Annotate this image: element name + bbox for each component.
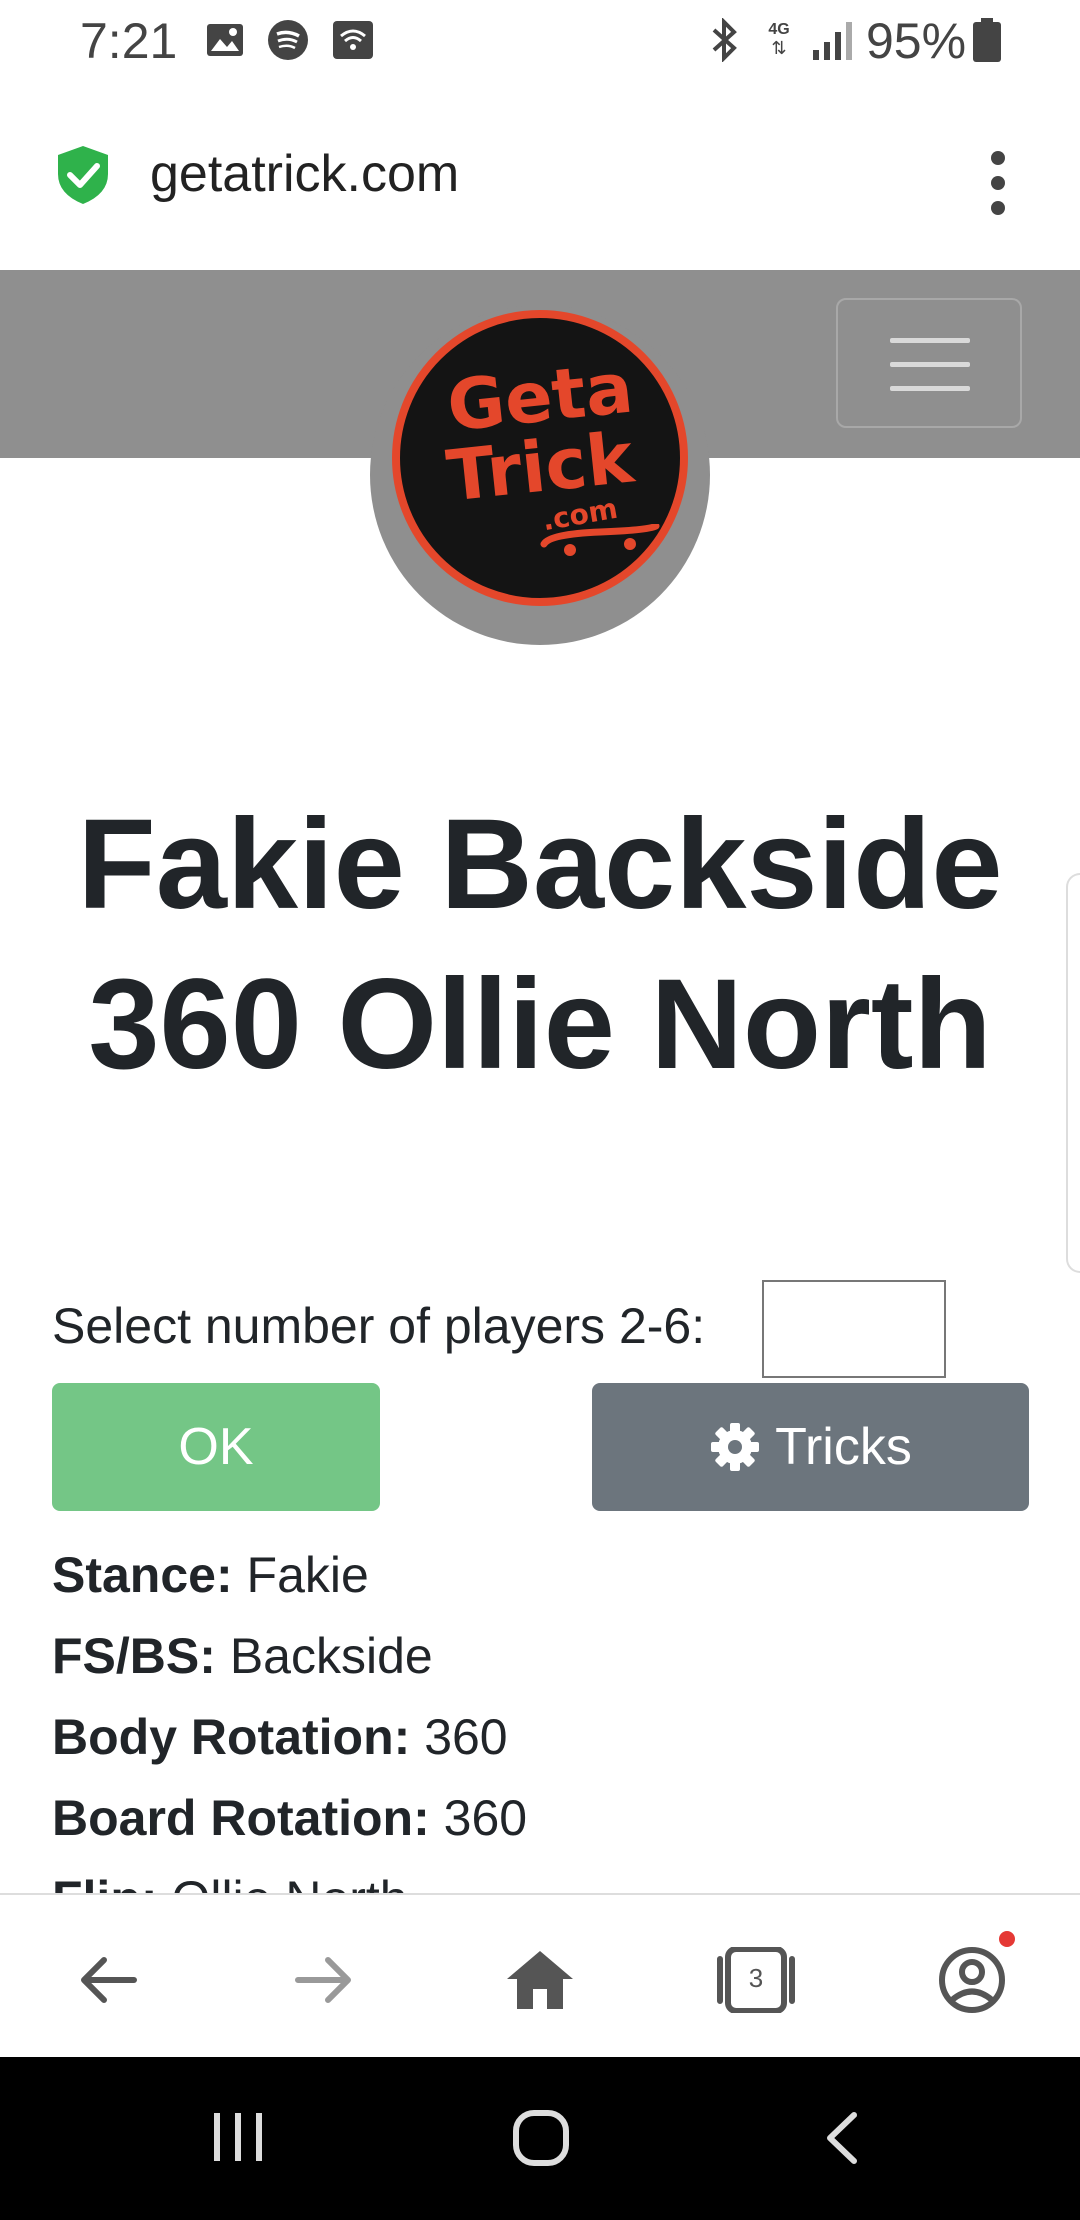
gallery-icon bbox=[205, 20, 245, 60]
spotify-icon bbox=[267, 20, 309, 60]
bluetooth-icon bbox=[702, 18, 746, 62]
back-button-icon[interactable] bbox=[822, 2111, 862, 2170]
recent-apps-icon[interactable] bbox=[210, 2111, 266, 2168]
more-options-icon[interactable] bbox=[980, 148, 1016, 218]
notification-dot bbox=[999, 1931, 1015, 1947]
trick-title: Fakie Backside 360 Ollie North bbox=[0, 785, 1080, 1105]
status-bar: 7:21 4G ⇅ 95% bbox=[0, 0, 1080, 84]
detail-fsbs: FS/BS: Backside bbox=[52, 1628, 433, 1684]
side-scroll-tab[interactable] bbox=[1066, 873, 1080, 1273]
home-button-icon[interactable] bbox=[512, 2109, 570, 2172]
signal-icon bbox=[808, 20, 858, 60]
trick-title-line1: Fakie Backside bbox=[77, 793, 1003, 936]
account-icon[interactable] bbox=[927, 1931, 1017, 2025]
detail-stance: Stance: Fakie bbox=[52, 1547, 369, 1603]
skateboard-icon bbox=[540, 522, 660, 569]
detail-board-rotation: Board Rotation: 360 bbox=[52, 1790, 528, 1846]
players-label: Select number of players 2-6: bbox=[52, 1298, 706, 1354]
battery-percent: 95% bbox=[866, 13, 967, 69]
address-bar[interactable]: getatrick.com bbox=[0, 84, 1080, 270]
site-logo[interactable]: Geta Trick .com bbox=[392, 310, 688, 606]
secure-shield-icon bbox=[54, 144, 112, 206]
home-icon[interactable] bbox=[495, 1935, 585, 2025]
status-time: 7:21 bbox=[80, 13, 178, 69]
players-input[interactable] bbox=[762, 1280, 946, 1378]
tricks-button[interactable]: Tricks bbox=[592, 1383, 1029, 1511]
gear-icon bbox=[709, 1421, 761, 1473]
system-nav-bar bbox=[0, 2057, 1080, 2220]
url-text[interactable]: getatrick.com bbox=[150, 144, 459, 204]
trick-title-line2: 360 Ollie North bbox=[88, 953, 992, 1096]
battery-icon bbox=[970, 18, 1004, 62]
ok-button-label: OK bbox=[178, 1418, 254, 1476]
ok-button[interactable]: OK bbox=[52, 1383, 380, 1511]
back-arrow-icon[interactable] bbox=[63, 1935, 153, 2025]
forward-arrow-icon[interactable] bbox=[279, 1935, 369, 2025]
tabs-icon[interactable]: 3 bbox=[711, 1935, 801, 2025]
network-4g-icon: 4G ⇅ bbox=[768, 21, 790, 59]
wifi-hotspot-icon bbox=[332, 20, 374, 60]
tricks-button-label: Tricks bbox=[775, 1418, 912, 1476]
browser-bottom-nav: 3 bbox=[0, 1893, 1080, 2059]
menu-toggle-button[interactable] bbox=[836, 298, 1022, 428]
detail-body-rotation: Body Rotation: 360 bbox=[52, 1709, 508, 1765]
tabs-count: 3 bbox=[748, 1963, 764, 1993]
